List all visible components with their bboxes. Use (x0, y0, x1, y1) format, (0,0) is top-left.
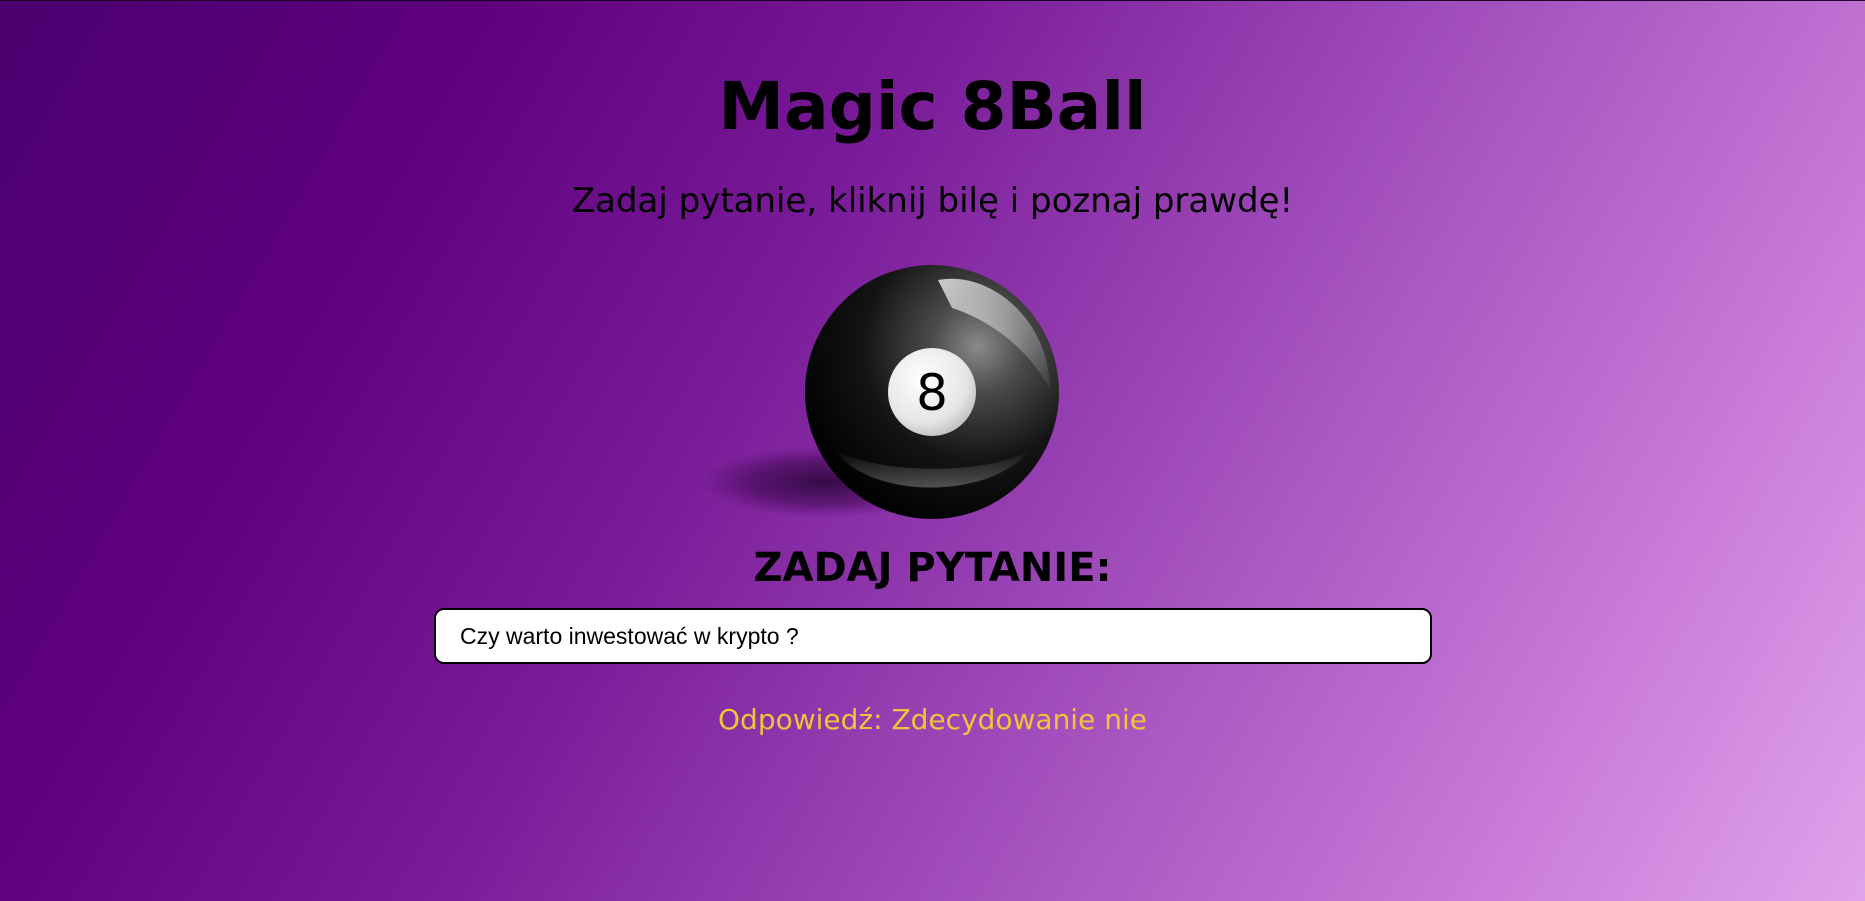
magic-eight-ball[interactable]: 8 (690, 260, 1070, 530)
page-title: Magic 8Ball (718, 68, 1147, 145)
answer-value: Zdecydowanie nie (891, 703, 1147, 736)
question-heading: ZADAJ PYTANIE: (753, 545, 1112, 591)
top-border (0, 0, 1865, 1)
page-subtitle: Zadaj pytanie, kliknij bilę i poznaj pra… (571, 181, 1294, 221)
eight-ball-icon: 8 (700, 265, 1059, 519)
answer-text: Odpowiedź: Zdecydowanie nie (0, 706, 1865, 734)
answer-label: Odpowiedź: (718, 703, 883, 736)
ball-number: 8 (916, 364, 948, 422)
question-input[interactable] (434, 608, 1432, 664)
